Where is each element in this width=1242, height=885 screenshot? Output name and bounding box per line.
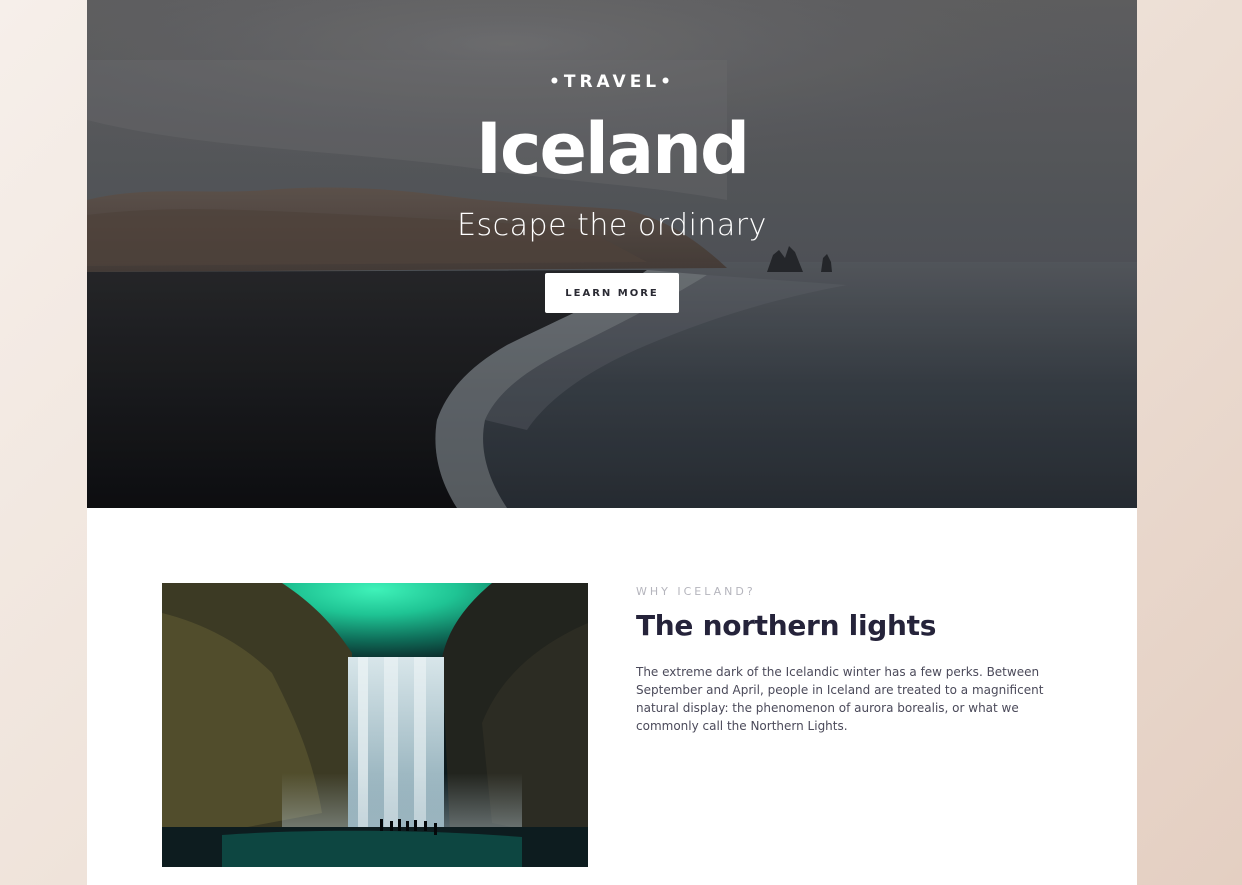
- hero-subtitle: Escape the ordinary: [457, 208, 767, 243]
- northern-lights-waterfall-image: [162, 583, 588, 867]
- feature-body: The extreme dark of the Icelandic winter…: [636, 665, 1044, 733]
- hero-eyebrow: •TRAVEL•: [548, 72, 676, 92]
- feature-title: The northern lights: [636, 609, 937, 642]
- feature-text-block: WHY ICELAND? The northern lights The ext…: [636, 585, 1066, 735]
- hero-title: Iceland: [475, 108, 750, 190]
- page-card: •TRAVEL• Iceland Escape the ordinary LEA…: [87, 0, 1137, 885]
- learn-more-button[interactable]: LEARN MORE: [545, 273, 679, 313]
- feature-kicker: WHY ICELAND?: [636, 585, 756, 598]
- hero-content: •TRAVEL• Iceland Escape the ordinary LEA…: [87, 0, 1137, 508]
- hero-section: •TRAVEL• Iceland Escape the ordinary LEA…: [87, 0, 1137, 508]
